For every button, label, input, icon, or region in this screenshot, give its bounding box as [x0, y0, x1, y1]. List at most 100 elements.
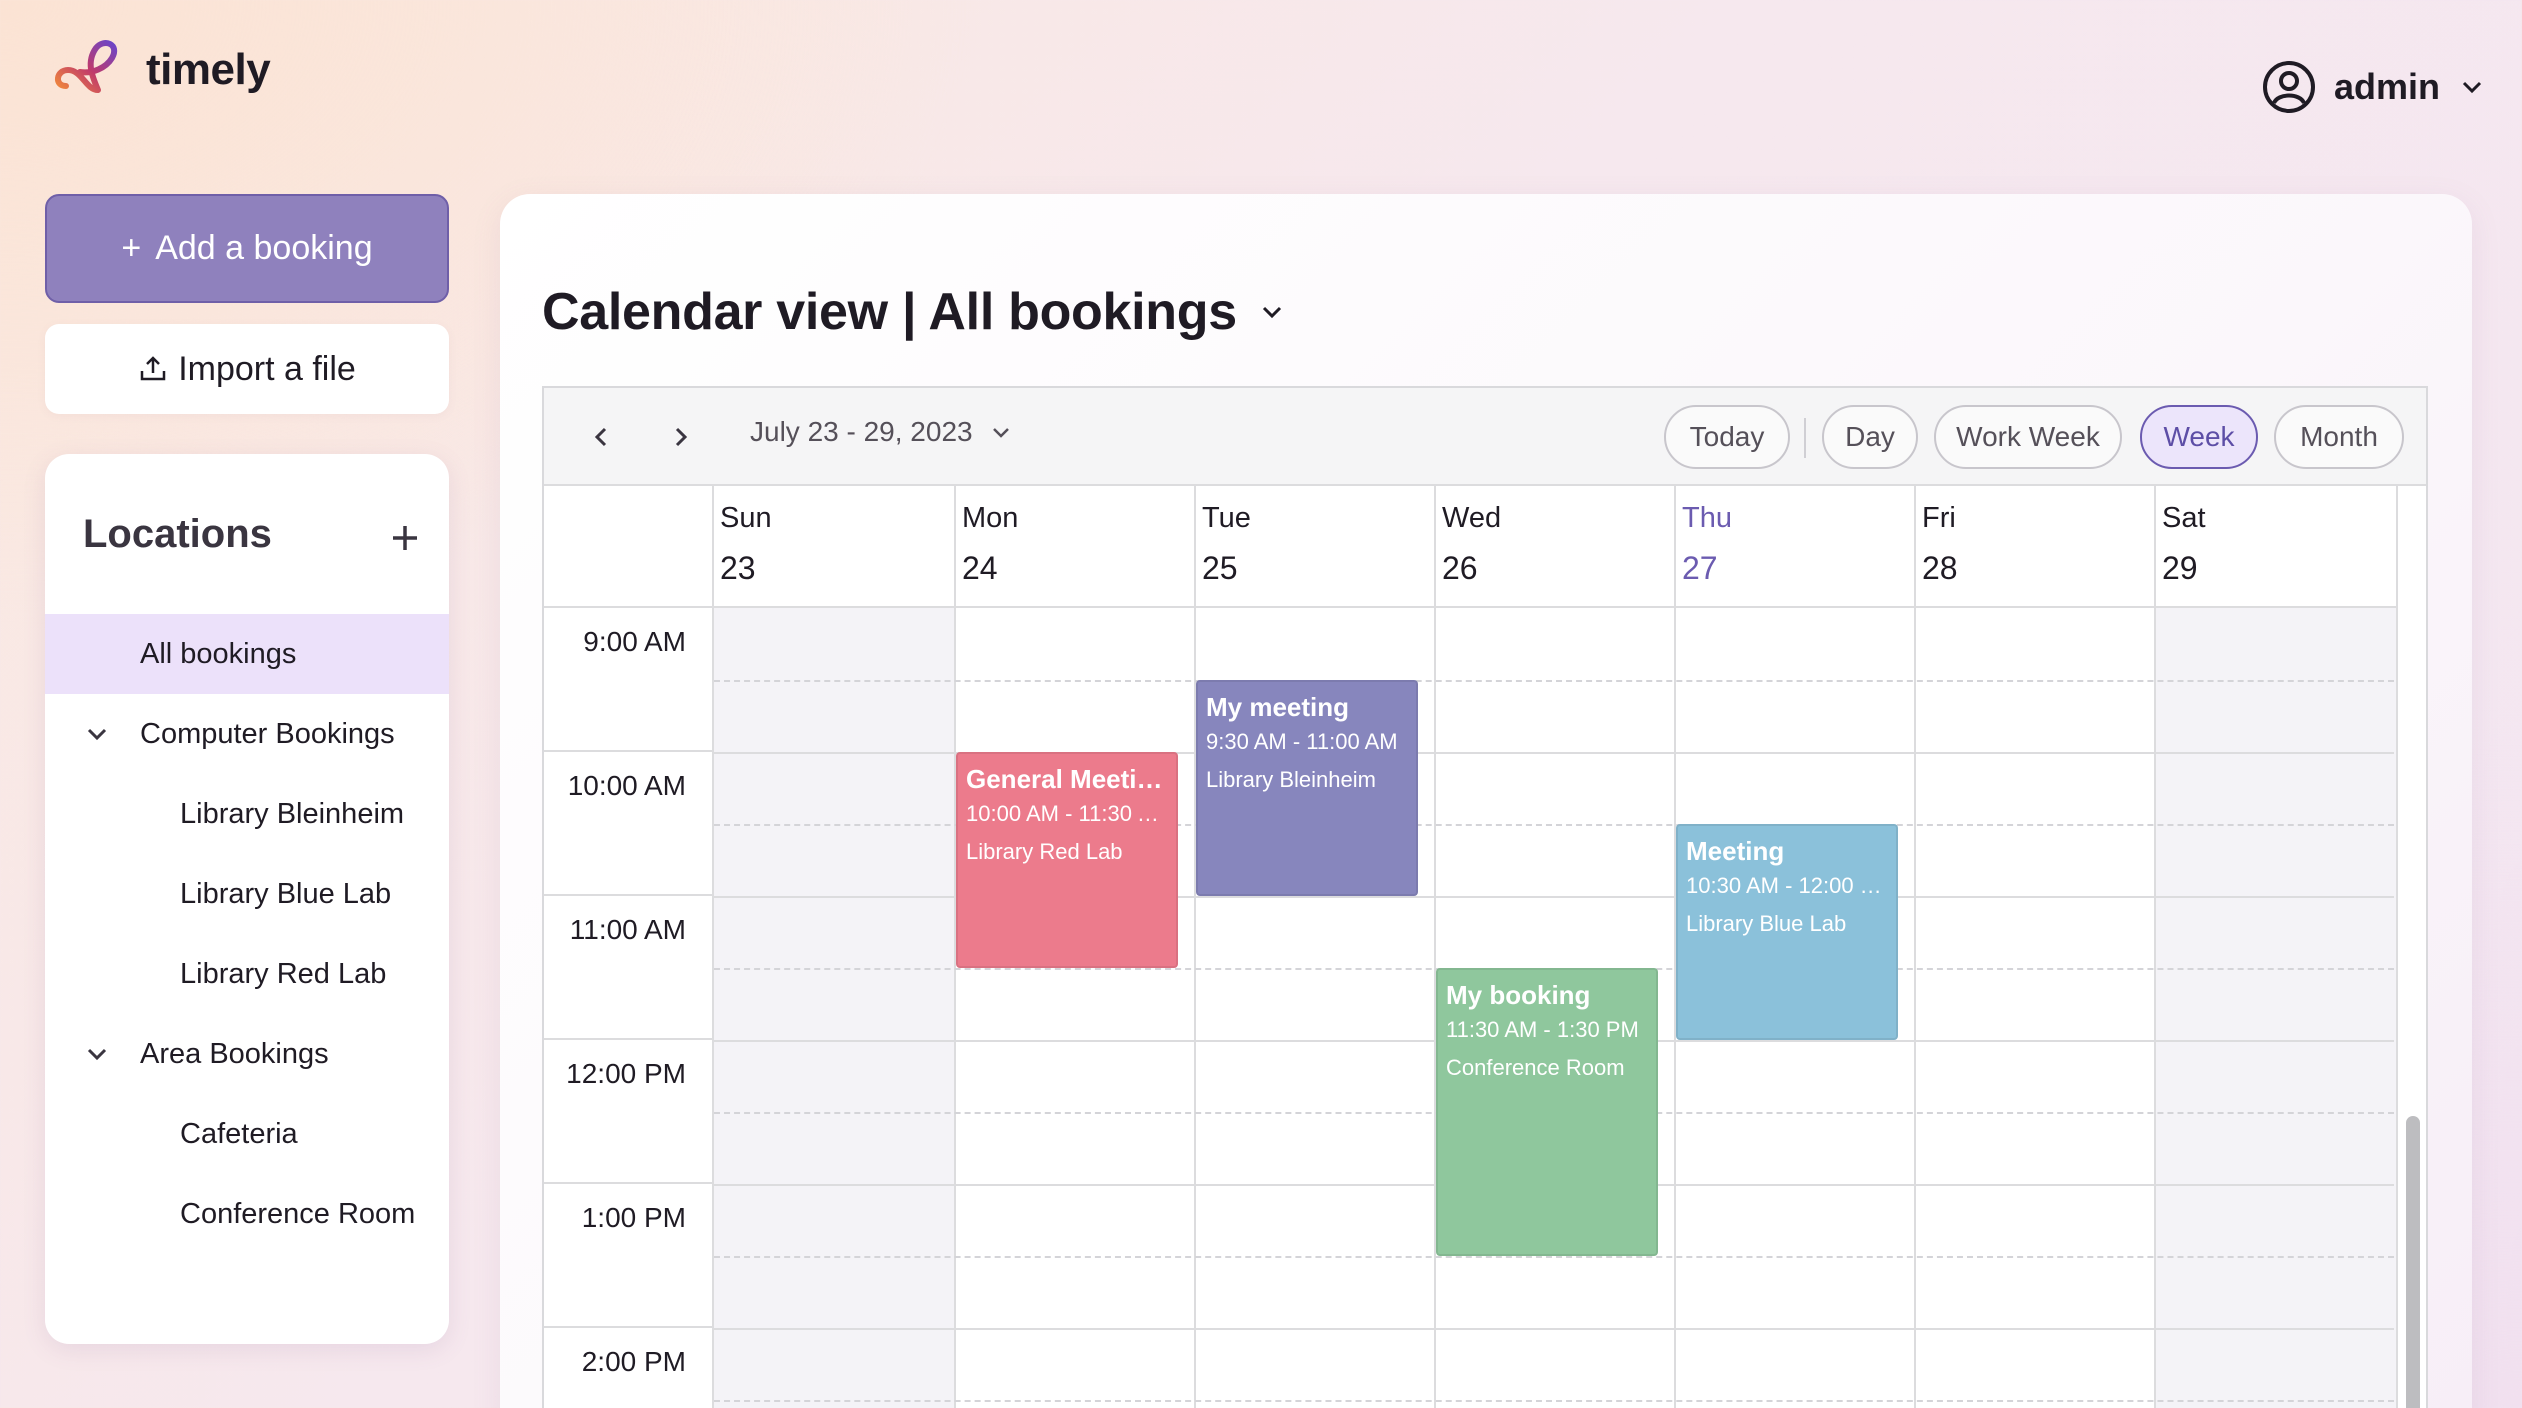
import-file-label: Import a file	[178, 349, 356, 388]
user-name: admin	[2333, 66, 2440, 107]
app-logo[interactable]: timely	[52, 34, 271, 106]
day-column-fri[interactable]	[1916, 608, 2156, 1408]
half-hour-line	[714, 1400, 2394, 1402]
event-location: Library Bleinheim	[1206, 767, 1376, 792]
toolbar-divider	[1804, 418, 1806, 458]
event-title: Meeting	[1686, 836, 1785, 866]
chevron-down-icon	[1262, 306, 1281, 319]
user-menu[interactable]: admin	[2262, 60, 2486, 114]
plus-icon: +	[121, 229, 142, 267]
day-date: 24	[962, 550, 998, 586]
month-view-button[interactable]: Month	[2274, 405, 2404, 469]
add-booking-button[interactable]: + Add a booking	[45, 194, 449, 303]
week-view-button[interactable]: Week	[2140, 405, 2258, 469]
half-hour-line	[714, 1256, 2394, 1258]
location-item-cafeteria[interactable]: Cafeteria	[45, 1094, 449, 1174]
date-range-picker[interactable]: July 23 - 29, 2023	[750, 416, 1013, 448]
location-item-library-bleinheim[interactable]: Library Bleinheim	[45, 774, 449, 854]
grid-corner	[544, 486, 714, 608]
calendar-scrollbar[interactable]	[2406, 1116, 2420, 1408]
location-label: All bookings	[140, 637, 297, 670]
time-slot-label: 9:00 AM	[544, 608, 714, 752]
locations-panel: Locations All bookings Computer Bookings…	[45, 454, 449, 1344]
chevron-down-icon	[992, 428, 1009, 438]
time-slot-label: 12:00 PM	[544, 1040, 714, 1184]
location-item-conference-room[interactable]: Conference Room	[45, 1174, 449, 1254]
day-date: 29	[2162, 550, 2198, 586]
event-time: 9:30 AM - 11:00 AM	[1206, 729, 1398, 754]
day-header-thu-today[interactable]: Thu 27	[1676, 486, 1916, 608]
day-header-wed[interactable]: Wed 26	[1436, 486, 1676, 608]
location-label: Computer Bookings	[140, 717, 395, 750]
location-item-library-blue-lab[interactable]: Library Blue Lab	[45, 854, 449, 934]
day-header-sat[interactable]: Sat 29	[2156, 486, 2398, 608]
add-location-icon[interactable]	[381, 514, 429, 562]
event-time: 10:00 AM - 11:30 AM	[966, 801, 1168, 826]
event-location: Library Blue Lab	[1686, 911, 1847, 936]
page-title: Calendar view | All bookings	[542, 283, 1237, 341]
day-view-button[interactable]: Day	[1822, 405, 1918, 469]
day-header-fri[interactable]: Fri 28	[1916, 486, 2156, 608]
day-header-tue[interactable]: Tue 25	[1196, 486, 1436, 608]
locations-list: All bookings Computer Bookings Library B…	[45, 614, 449, 1254]
event-my-booking[interactable]: My booking 11:30 AM - 1:30 PM Conference…	[1436, 968, 1658, 1256]
event-meeting[interactable]: Meeting 10:30 AM - 12:00 PM Library Blue…	[1676, 824, 1898, 1040]
half-hour-line	[714, 680, 2394, 682]
time-slot-label: 11:00 AM	[544, 896, 714, 1040]
location-label: Area Bookings	[140, 1037, 329, 1070]
page-title-dropdown[interactable]: Calendar view | All bookings	[542, 282, 1287, 342]
day-column-mon[interactable]	[956, 608, 1196, 1408]
hour-line	[714, 1328, 2394, 1330]
day-date: 27	[1682, 550, 1718, 586]
day-header-sun[interactable]: Sun 23	[714, 486, 956, 608]
event-general-meeting[interactable]: General Meeting 10:00 AM - 11:30 AM Libr…	[956, 752, 1178, 968]
event-location: Conference Room	[1446, 1055, 1625, 1080]
event-location: Library Red Lab	[966, 839, 1123, 864]
app-name: timely	[146, 45, 271, 94]
locations-title: Locations	[83, 512, 272, 556]
location-label: Library Blue Lab	[180, 877, 392, 910]
calendar-grid: Sun 23 Mon 24 Tue 25 Wed 26 Thu 27 Fri 2…	[544, 486, 2426, 1408]
import-file-button[interactable]: Import a file	[45, 324, 449, 414]
location-item-all-bookings[interactable]: All bookings	[45, 614, 449, 694]
event-time: 11:30 AM - 1:30 PM	[1446, 1017, 1639, 1042]
chevron-left-icon	[594, 427, 607, 447]
user-circle-icon	[2262, 60, 2316, 114]
location-label: Library Red Lab	[180, 957, 387, 990]
location-label: Conference Room	[180, 1197, 416, 1230]
chevron-down-icon[interactable]	[83, 1040, 111, 1068]
timely-logo-icon	[55, 40, 117, 93]
work-week-view-button[interactable]: Work Week	[1934, 405, 2122, 469]
location-label: Cafeteria	[180, 1117, 298, 1150]
day-name: Fri	[1922, 502, 1956, 534]
day-date: 25	[1202, 550, 1238, 586]
calendar-toolbar: July 23 - 29, 2023 Today Day Work Week W…	[544, 388, 2426, 486]
chevron-down-icon[interactable]	[83, 720, 111, 748]
day-column-sun[interactable]	[714, 608, 956, 1408]
date-range-label: July 23 - 29, 2023	[750, 416, 973, 447]
time-slot-label: 10:00 AM	[544, 752, 714, 896]
day-name: Sun	[720, 502, 772, 534]
prev-week-button[interactable]	[576, 412, 626, 462]
day-date: 23	[720, 550, 756, 586]
chevron-right-icon	[675, 427, 688, 447]
event-my-meeting[interactable]: My meeting 9:30 AM - 11:00 AM Library Bl…	[1196, 680, 1418, 896]
event-title: My booking	[1446, 980, 1591, 1010]
day-name: Tue	[1202, 502, 1251, 534]
day-column-sat[interactable]	[2156, 608, 2398, 1408]
next-week-button[interactable]	[656, 412, 706, 462]
day-header-mon[interactable]: Mon 24	[956, 486, 1196, 608]
upload-icon	[140, 356, 166, 381]
event-time: 10:30 AM - 12:00 PM	[1686, 873, 1888, 898]
calendar: July 23 - 29, 2023 Today Day Work Week W…	[542, 386, 2428, 1408]
day-date: 26	[1442, 550, 1478, 586]
day-name: Sat	[2162, 502, 2206, 534]
location-group-computer-bookings[interactable]: Computer Bookings	[45, 694, 449, 774]
location-label: Library Bleinheim	[180, 797, 405, 830]
today-button[interactable]: Today	[1664, 405, 1790, 469]
location-group-area-bookings[interactable]: Area Bookings	[45, 1014, 449, 1094]
day-name: Thu	[1682, 502, 1732, 534]
location-item-library-red-lab[interactable]: Library Red Lab	[45, 934, 449, 1014]
day-date: 28	[1922, 550, 1958, 586]
event-title: My meeting	[1206, 692, 1350, 722]
